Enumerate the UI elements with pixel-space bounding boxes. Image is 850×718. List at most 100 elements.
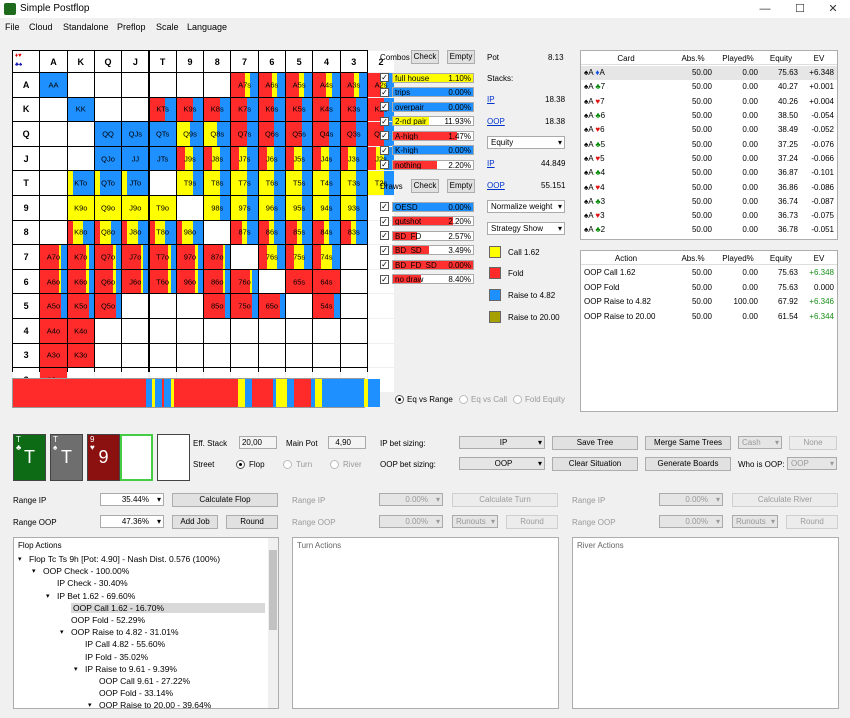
hand-cell[interactable] <box>40 171 67 195</box>
hand-cell[interactable]: 85s <box>286 220 313 245</box>
street-turn-radio[interactable] <box>283 460 292 469</box>
hand-cell[interactable]: K8o <box>67 220 94 245</box>
hand-cell[interactable] <box>231 343 258 368</box>
hand-cell[interactable]: T6s <box>258 171 285 195</box>
hand-cell[interactable] <box>94 97 122 122</box>
hand-cell[interactable]: 76o <box>231 269 258 294</box>
column-header[interactable]: Equity <box>761 254 801 263</box>
hand-cell[interactable] <box>40 146 67 171</box>
hand-cell[interactable]: JTo <box>122 171 149 195</box>
hand-cell[interactable]: T7o <box>149 245 176 269</box>
tree-node[interactable]: IP Call 4.82 - 55.60% <box>85 639 165 649</box>
tree-expand-icon[interactable]: ▾ <box>32 567 36 575</box>
hand-cell[interactable]: Q6s <box>258 122 285 146</box>
combos-checkbox[interactable]: ✓ <box>380 131 389 140</box>
flop-tree-scrollbar[interactable] <box>268 538 278 708</box>
hand-cell[interactable]: AA <box>40 73 67 97</box>
hand-cell[interactable] <box>122 343 149 368</box>
hand-cell[interactable]: Q4s <box>313 122 340 146</box>
hand-cell[interactable]: QQ <box>94 122 122 146</box>
tree-node[interactable]: IP Check - 30.40% <box>57 578 128 588</box>
hand-cell[interactable]: K9o <box>67 196 94 220</box>
tree-expand-icon[interactable]: ▾ <box>60 628 64 636</box>
hand-cell[interactable]: A5s <box>286 73 313 97</box>
hand-cell[interactable] <box>340 269 367 294</box>
hand-cell[interactable] <box>176 294 204 318</box>
hand-cell[interactable] <box>231 245 258 269</box>
hand-cell[interactable] <box>340 294 367 318</box>
combos-empty-button[interactable]: Empty <box>447 50 475 64</box>
hand-cell[interactable] <box>149 171 176 195</box>
hand-cell[interactable] <box>286 294 313 318</box>
ip-bet-sizing-select[interactable]: IP <box>459 436 545 449</box>
column-header[interactable]: Equity <box>761 54 801 63</box>
hand-cell[interactable]: 86o <box>204 269 231 294</box>
hand-cell[interactable]: A4s <box>313 73 340 97</box>
clear-situation-button[interactable]: Clear Situation <box>552 457 638 471</box>
table-row[interactable]: ♠A ♣3 50.00 0.00 36.74 -0.087 <box>581 195 837 209</box>
hand-cell[interactable] <box>204 220 231 245</box>
hand-cell[interactable] <box>122 294 149 318</box>
hand-cell[interactable]: J4s <box>313 146 340 171</box>
column-header[interactable]: Played% <box>715 54 761 63</box>
hand-cell[interactable]: K6o <box>67 269 94 294</box>
hand-cell[interactable]: JJ <box>122 146 149 171</box>
hand-cell[interactable] <box>340 343 367 368</box>
hand-cell[interactable] <box>67 73 94 97</box>
hand-cell[interactable]: J5s <box>286 146 313 171</box>
hand-cell[interactable] <box>176 73 204 97</box>
eq-vs-range-radio[interactable] <box>395 395 404 404</box>
flop-range-oop-select[interactable]: 47.36% <box>100 515 164 528</box>
table-row[interactable]: ♠A ♥4 50.00 0.00 36.86 -0.086 <box>581 180 837 194</box>
hand-cell[interactable]: 97s <box>231 196 258 220</box>
hand-cell[interactable]: Q5o <box>94 294 122 318</box>
hand-cell[interactable]: T7s <box>231 171 258 195</box>
table-row[interactable]: ♠A ♦A 50.00 0.00 75.63 +6.348 <box>581 66 837 81</box>
hand-cell[interactable]: 95s <box>286 196 313 220</box>
save-tree-button[interactable]: Save Tree <box>552 436 638 450</box>
hand-cell[interactable]: KK <box>67 97 94 122</box>
hand-cell[interactable]: J7s <box>231 146 258 171</box>
tree-expand-icon[interactable]: ▾ <box>46 592 50 600</box>
tree-node[interactable]: IP Fold - 35.02% <box>85 652 148 662</box>
draws-empty-button[interactable]: Empty <box>447 179 475 193</box>
board-card[interactable]: T ♠ T <box>50 434 83 481</box>
hand-cell[interactable]: K6s <box>258 97 285 122</box>
hand-cell[interactable]: K5s <box>286 97 313 122</box>
board-card[interactable]: 9 ♥ 9 <box>87 434 120 481</box>
turn-range-ip-select[interactable]: 0.00% <box>379 493 443 506</box>
turn-card-slot[interactable] <box>120 434 153 481</box>
hand-cell[interactable] <box>67 146 94 171</box>
hand-range-grid[interactable]: ♦♥ ♣♠ A K Q J T 9 8 7 6 5 4 3 2 A AA A7s A6s A5s A4s A3s A2s K K… <box>12 50 395 392</box>
metric-select[interactable]: Equity <box>487 136 565 149</box>
hand-cell[interactable]: K4o <box>67 319 94 343</box>
combos-checkbox[interactable]: ✓ <box>380 73 389 82</box>
column-header[interactable]: Abs.% <box>671 54 715 63</box>
table-row[interactable]: OOP Fold 50.00 0.00 75.63 0.000 <box>581 281 837 296</box>
hand-cell[interactable]: K7o <box>67 245 94 269</box>
hand-cell[interactable] <box>149 343 176 368</box>
hand-cell[interactable]: Q7o <box>94 245 122 269</box>
hand-cell[interactable]: 74s <box>313 245 340 269</box>
hand-cell[interactable]: T9o <box>149 196 176 220</box>
menu-preflop[interactable]: Preflop <box>117 22 146 32</box>
maximize-button[interactable]: ☐ <box>783 0 817 18</box>
table-row[interactable]: ♠A ♣2 50.00 0.00 36.78 -0.051 <box>581 223 837 237</box>
merge-trees-button[interactable]: Merge Same Trees <box>645 436 731 450</box>
hand-cell[interactable]: T9s <box>176 171 204 195</box>
river-range-oop-select[interactable]: 0.00% <box>659 515 723 528</box>
hand-cell[interactable] <box>258 343 285 368</box>
table-row[interactable]: ♠A ♣5 50.00 0.00 37.25 -0.076 <box>581 138 837 152</box>
flop-round-button[interactable]: Round <box>226 515 278 529</box>
tree-expand-icon[interactable]: ▾ <box>88 701 92 709</box>
oop-bet-sizing-select[interactable]: OOP <box>459 457 545 470</box>
river-card-slot[interactable] <box>157 434 190 481</box>
menu-scale[interactable]: Scale <box>156 22 179 32</box>
table-row[interactable]: ♠A ♥6 50.00 0.00 38.49 -0.052 <box>581 123 837 137</box>
hand-cell[interactable]: QJo <box>94 146 122 171</box>
hand-cell[interactable] <box>367 319 395 343</box>
hand-cell[interactable]: A7o <box>40 245 67 269</box>
normalize-select[interactable]: Normalize weight <box>487 200 565 213</box>
table-row[interactable]: ♠A ♣7 50.00 0.00 40.27 +0.001 <box>581 80 837 94</box>
flop-actions-panel[interactable]: Flop Actions ▾ Flop Tc Ts 9h [Pot: 4.90] … <box>13 537 279 710</box>
